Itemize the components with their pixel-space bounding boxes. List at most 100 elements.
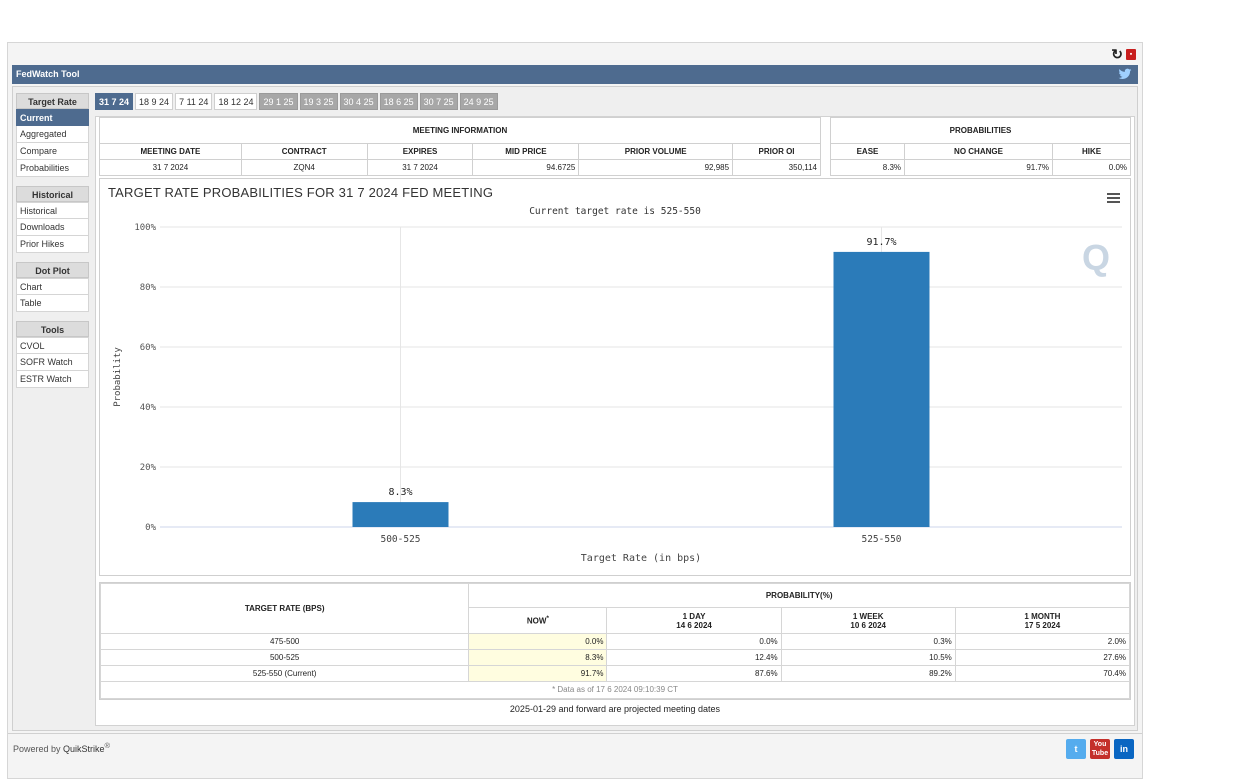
month-cell: 27.6% [954,649,1131,666]
day-cell: 87.6% [606,665,782,682]
x-tick-label: 525-550 [861,534,901,545]
meeting-tab[interactable]: 19 3 25 [299,93,338,110]
projected-note: 2025-01-29 and forward are projected mee… [509,704,721,714]
period-label: 1 WEEK [852,611,884,621]
probabilities-value: 0.0% [1052,159,1131,176]
sidebar-item-compare[interactable]: Compare [16,143,89,160]
fedwatch-frame: ↻ ▪ FedWatch Tool Target Rate Current Aggr… [7,42,1143,779]
bar-500-525[interactable] [352,502,449,527]
target-rate-header: TARGET RATE (BPS) [99,583,470,634]
rate-cell: 475-500 [99,633,470,650]
registered-mark: ® [104,741,111,750]
week-cell: 0.3% [780,633,956,650]
probabilities-value: 91.7% [904,159,1053,176]
probability-table: TARGET RATE (BPS) PROBABILITY(%) NOW* 1 DAY… [99,583,1131,699]
bar-data-label: 8.3% [388,487,412,498]
meeting-info-value: 31 7 2024 [99,159,242,176]
y-tick-label: 20% [140,463,157,473]
sidebar-item-table[interactable]: Table [16,295,89,312]
meeting-tab[interactable]: 18 9 24 [135,93,174,110]
probability-group-header: PROBABILITY(%) [468,583,1130,608]
meeting-info-header: EXPIRES [366,143,474,160]
meeting-info-value: ZQN4 [240,159,368,176]
meeting-tab[interactable]: 30 7 25 [419,93,458,110]
pdf-icon[interactable]: ▪ [1126,48,1136,60]
reload-icon[interactable]: ↻ [1111,47,1123,61]
now-header: NOW* [468,607,608,634]
data-as-of-footnote: * Data as of 17 6 2024 09:10:39 CT [100,681,1130,699]
y-tick-label: 0% [145,523,156,533]
sidebar-item-probabilities[interactable]: Probabilities [16,160,89,177]
period-date: 17 5 2024 [1024,620,1061,630]
month-cell: 70.4% [954,665,1131,682]
powered-prefix: Powered by [13,744,64,754]
probability-chart: TARGET RATE PROBABILITIES FOR 31 7 2024 … [99,178,1131,576]
bar-data-label: 91.7% [866,237,896,248]
y-tick-label: 80% [140,283,157,293]
titlebar: FedWatch Tool [12,65,1138,84]
day-cell: 12.4% [606,649,782,666]
meeting-info-header: PRIOR OI [732,143,821,160]
chart-plot-area: 0% 20% 40% 60% 80% 100% 8.3% 500-525 91.7% 525-55… [113,223,1122,564]
probabilities-title: PROBABILITIES [830,117,1131,144]
meeting-tab[interactable]: 24 9 25 [459,93,498,110]
meeting-info-value: 92,985 [578,159,734,176]
now-label: NOW [526,616,547,626]
social-links: t You Tube in [1066,739,1134,759]
meeting-tab[interactable]: 18 12 24 [214,93,258,110]
week-cell: 10.5% [780,649,956,666]
table-row: 525-550 (Current) 91.7% 87.6% 89.2% 70.4% [99,665,1131,682]
probabilities-header: EASE [830,143,905,160]
twitter-link-icon[interactable]: t [1066,739,1086,759]
x-axis-title: Target Rate (in bps) [581,553,701,564]
table-row: 500-525 8.3% 12.4% 10.5% 27.6% [99,649,1131,666]
meeting-info-title: MEETING INFORMATION [99,117,821,144]
probabilities-table: PROBABILITIES EASE NO CHANGE HIKE 8.3% 91.7… [830,117,1131,176]
linkedin-link-icon[interactable]: in [1114,739,1134,759]
bar-525-550[interactable] [833,251,930,527]
probabilities-header: HIKE [1052,143,1131,160]
meeting-info-header: MID PRICE [472,143,580,160]
sidebar-item-cvol[interactable]: CVOL [16,337,89,354]
sidebar-item-aggregated[interactable]: Aggregated [16,126,89,143]
y-tick-label: 60% [140,343,157,353]
youtube-bottom: Tube [1091,750,1109,757]
now-cell: 0.0% [468,633,608,650]
meeting-tab[interactable]: 29 1 25 [259,93,298,110]
content-area: MEETING INFORMATION MEETING DATE CONTRACT… [95,116,1135,726]
period-date: 10 6 2024 [850,620,886,630]
y-tick-label: 100% [134,223,156,233]
meeting-info-table: MEETING INFORMATION MEETING DATE CONTRACT… [99,117,821,176]
sidebar-section-title: Tools [16,321,89,337]
sidebar: Target Rate Current Aggregated Compare Proba… [16,93,89,388]
sidebar-item-sofr-watch[interactable]: SOFR Watch [16,354,89,371]
meeting-tab[interactable]: 7 11 24 [175,93,213,110]
meeting-tabs: 31 7 24 18 9 24 7 11 24 18 12 24 29 1 25 19 3… [95,93,498,110]
sidebar-item-prior-hikes[interactable]: Prior Hikes [16,236,89,253]
probability-table-box: TARGET RATE (BPS) PROBABILITY(%) NOW* 1 DAY… [99,582,1131,700]
meeting-tab[interactable]: 30 4 25 [339,93,378,110]
meeting-info-value: 350,114 [732,159,821,176]
rate-cell: 500-525 [99,649,470,666]
sidebar-section-title: Dot Plot [16,262,89,278]
rate-cell: 525-550 (Current) [99,665,470,682]
x-tick-label: 500-525 [380,534,420,545]
sidebar-section-title: Historical [16,186,89,202]
meeting-tab[interactable]: 31 7 24 [95,93,134,110]
twitter-icon[interactable] [1118,67,1132,81]
meeting-tab[interactable]: 18 6 25 [379,93,418,110]
youtube-link-icon[interactable]: You Tube [1090,739,1110,759]
meeting-info-value: 31 7 2024 [366,159,474,176]
meeting-info-header: CONTRACT [240,143,368,160]
y-tick-label: 40% [140,403,157,413]
table-row: 475-500 0.0% 0.0% 0.3% 2.0% [99,633,1131,650]
sidebar-item-estr-watch[interactable]: ESTR Watch [16,371,89,388]
powered-brand[interactable]: QuikStrike [63,744,105,754]
month-cell: 2.0% [954,633,1131,650]
sidebar-item-historical[interactable]: Historical [16,202,89,219]
sidebar-item-chart[interactable]: Chart [16,278,89,295]
period-label: 1 MONTH [1024,611,1061,621]
sidebar-item-current[interactable]: Current [16,109,89,126]
sidebar-item-downloads[interactable]: Downloads [16,219,89,236]
